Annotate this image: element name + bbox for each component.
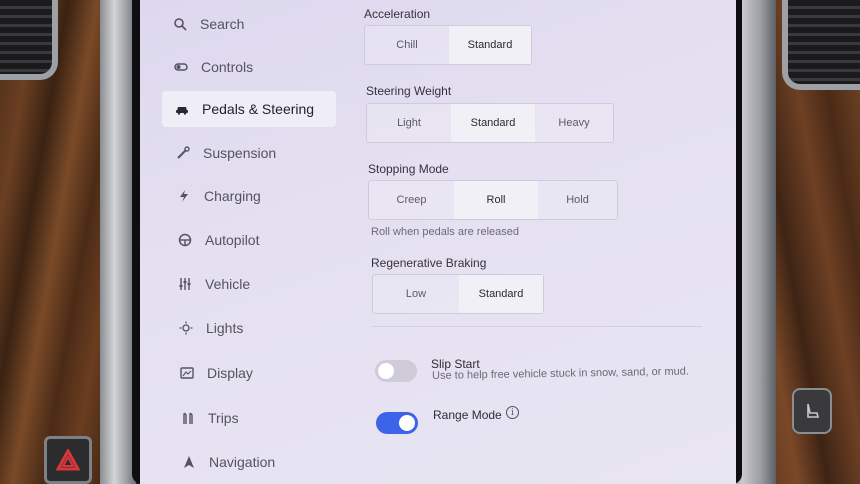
stopping-option-hold[interactable]: Hold bbox=[538, 181, 617, 219]
sidebar-item-label: Vehicle bbox=[205, 276, 251, 292]
toggle-icon bbox=[173, 59, 189, 75]
search-icon bbox=[172, 16, 188, 32]
sidebar-item-label: Controls bbox=[201, 59, 254, 75]
hazard-button[interactable] bbox=[44, 436, 92, 484]
range-mode-title: Range Mode bbox=[433, 408, 502, 422]
sliders-icon bbox=[177, 276, 193, 292]
toggle-knob bbox=[399, 415, 415, 431]
sidebar-item-autopilot[interactable]: Autopilot bbox=[177, 222, 327, 258]
steering-option-light[interactable]: Light bbox=[367, 104, 451, 142]
stopping-mode-hint: Roll when pedals are released bbox=[371, 226, 519, 238]
sidebar-item-label: Pedals & Steering bbox=[202, 101, 315, 117]
acceleration-option-standard[interactable]: Standard bbox=[449, 26, 531, 64]
sidebar-item-label: Search bbox=[200, 16, 245, 32]
settings-panel: Acceleration Chill Standard Steering Wei… bbox=[360, 0, 736, 484]
section-divider bbox=[372, 326, 702, 327]
trips-icon bbox=[180, 410, 196, 426]
sidebar-item-label: Suspension bbox=[203, 145, 277, 161]
air-vent-right bbox=[782, 0, 860, 90]
sidebar-item-label: Charging bbox=[204, 188, 261, 204]
sidebar-item-label: Navigation bbox=[209, 454, 276, 470]
sidebar-item-controls[interactable]: Controls bbox=[173, 49, 323, 85]
regen-braking-label: Regenerative Braking bbox=[371, 256, 487, 270]
display-icon bbox=[179, 365, 195, 381]
regen-option-standard[interactable]: Standard bbox=[459, 275, 543, 313]
touchscreen: Search Controls Pedals & Steering Suspen… bbox=[140, 0, 736, 484]
sidebar-item-display[interactable]: Display bbox=[179, 355, 329, 391]
steering-weight-label: Steering Weight bbox=[366, 84, 452, 98]
air-vent-left bbox=[0, 0, 58, 80]
seat-icon bbox=[807, 403, 820, 418]
car-icon bbox=[174, 101, 190, 117]
sidebar-item-label: Trips bbox=[208, 410, 239, 426]
sidebar-item-search[interactable]: Search bbox=[172, 6, 322, 42]
steering-option-standard[interactable]: Standard bbox=[451, 104, 535, 142]
sidebar-item-trips[interactable]: Trips bbox=[180, 400, 330, 436]
stopping-mode-selector: Creep Roll Hold bbox=[368, 180, 618, 220]
regen-option-low[interactable]: Low bbox=[373, 275, 459, 313]
acceleration-option-chill[interactable]: Chill bbox=[365, 26, 449, 64]
sidebar-item-suspension[interactable]: Suspension bbox=[175, 135, 325, 171]
toggle-knob bbox=[378, 363, 394, 379]
settings-sidebar: Search Controls Pedals & Steering Suspen… bbox=[140, 0, 350, 484]
bolt-icon bbox=[176, 188, 192, 204]
hazard-icon bbox=[56, 449, 80, 471]
sidebar-item-vehicle[interactable]: Vehicle bbox=[177, 266, 327, 302]
stopping-option-roll[interactable]: Roll bbox=[454, 181, 538, 219]
sun-icon bbox=[178, 320, 194, 336]
steering-weight-selector: Light Standard Heavy bbox=[366, 103, 614, 143]
acceleration-label: Acceleration bbox=[364, 7, 431, 21]
sidebar-item-charging[interactable]: Charging bbox=[176, 178, 326, 214]
sidebar-item-lights[interactable]: Lights bbox=[178, 310, 328, 346]
steering-option-heavy[interactable]: Heavy bbox=[535, 104, 613, 142]
navigation-arrow-icon bbox=[181, 454, 197, 470]
sidebar-item-label: Display bbox=[207, 365, 253, 381]
sidebar-item-pedals-steering[interactable]: Pedals & Steering bbox=[162, 91, 336, 127]
steering-wheel-icon bbox=[177, 232, 193, 248]
stopping-option-creep[interactable]: Creep bbox=[369, 181, 454, 219]
regen-braking-selector: Low Standard bbox=[372, 274, 544, 314]
stopping-mode-label: Stopping Mode bbox=[368, 162, 449, 176]
sidebar-item-navigation[interactable]: Navigation bbox=[181, 444, 331, 480]
sidebar-item-label: Autopilot bbox=[205, 232, 260, 248]
sidebar-item-label: Lights bbox=[206, 320, 244, 336]
acceleration-selector: Chill Standard bbox=[364, 25, 532, 65]
wrench-icon bbox=[175, 145, 191, 161]
seat-heater-button[interactable] bbox=[792, 388, 832, 434]
info-icon[interactable]: i bbox=[506, 406, 519, 419]
slip-start-toggle[interactable] bbox=[375, 360, 417, 382]
chrome-trim-left bbox=[100, 0, 136, 484]
range-mode-toggle[interactable] bbox=[376, 412, 418, 434]
